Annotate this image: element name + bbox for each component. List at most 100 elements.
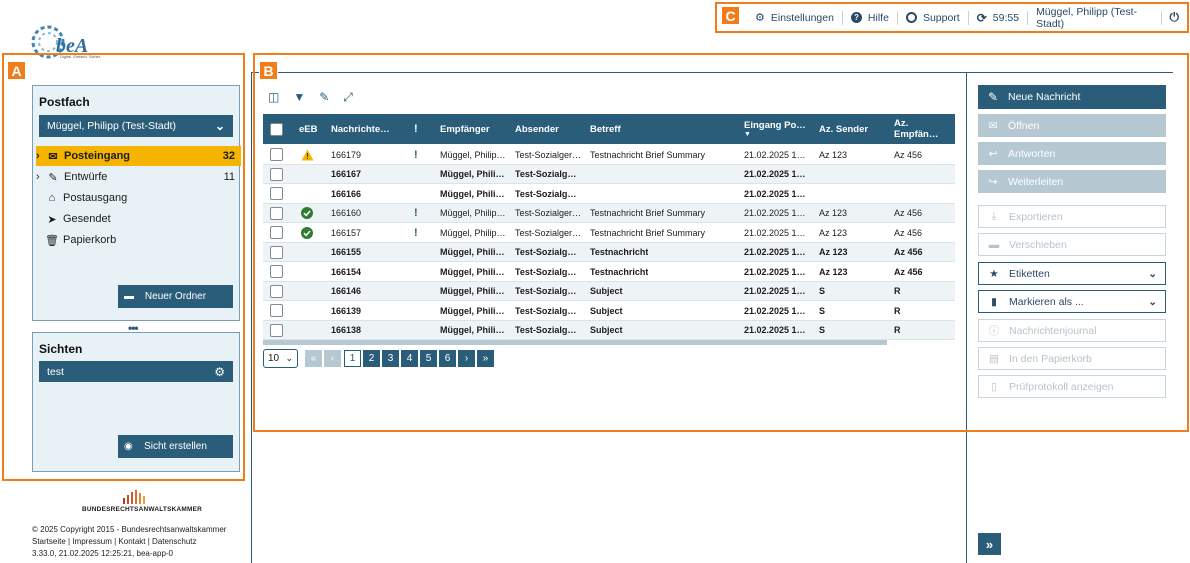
create-view-button[interactable]: ◉ Sicht erstellen — [118, 435, 233, 458]
page-3-button[interactable]: 3 — [382, 350, 399, 367]
table-row[interactable]: 166139 Müggel, Phili… Test-Sozialg… Subject… — [263, 301, 955, 321]
expand-panel-button[interactable]: » — [978, 533, 1001, 555]
first-page-button[interactable]: « — [305, 350, 322, 367]
trash-button[interactable]: ▤ In den Papierkorb — [978, 347, 1166, 370]
footer-links[interactable]: Startseite | Impressum | Kontakt | Daten… — [32, 537, 197, 546]
select-all-checkbox[interactable] — [270, 122, 283, 136]
chevron-down-icon: ⌄ — [285, 353, 293, 363]
table-row[interactable]: 166179! Müggel, Philip… Test-Sozialger… Tes… — [263, 145, 955, 165]
az-recipient-cell: Az 456 — [894, 266, 923, 277]
az-recipient-cell: Az 456 — [894, 149, 923, 160]
page-5-button[interactable]: 5 — [420, 350, 437, 367]
col-received[interactable]: Eingang Po… ▼ — [744, 114, 806, 144]
row-checkbox[interactable] — [270, 148, 283, 162]
table-row[interactable]: 166155 Müggel, Phili… Test-Sozialg… Testnac… — [263, 242, 955, 262]
recipient-cell: Müggel, Phili… — [440, 325, 505, 336]
table-row[interactable]: 166146 Müggel, Phili… Test-Sozialg… Subject… — [263, 281, 955, 301]
row-checkbox[interactable] — [270, 206, 283, 220]
row-checkbox[interactable] — [270, 284, 283, 298]
col-az-recipient[interactable]: Az. Empfän… — [894, 114, 955, 144]
labels-dropdown[interactable]: ★ Etiketten ⌄ — [978, 262, 1166, 285]
region-marker-c: C — [721, 6, 740, 25]
journal-button[interactable]: ⓘ Nachrichtenjournal — [978, 319, 1166, 342]
page-size-select[interactable]: 10 ⌄ — [263, 349, 298, 368]
table-row[interactable]: 166167 Müggel, Phili… Test-Sozialg… 21.02.2… — [263, 164, 955, 184]
col-subject[interactable]: Betreff — [590, 114, 621, 144]
envelope-icon: ✉ — [48, 150, 58, 163]
sichten-title: Sichten — [39, 342, 83, 356]
new-message-button[interactable]: ✎ Neue Nachricht — [978, 85, 1166, 109]
trash-icon: 🗑 — [45, 234, 59, 247]
help-icon: ? — [850, 12, 862, 23]
col-priority[interactable]: ! — [414, 114, 418, 144]
session-timer[interactable]: ⟳ 59:55 — [969, 10, 1029, 25]
table-row[interactable]: 166160! Müggel, Philip… Test-Sozialger… Tes… — [263, 203, 955, 223]
received-cell: 21.02.2025 1… — [744, 325, 806, 336]
unread-count: 32 — [222, 150, 235, 162]
draft-count: 11 — [223, 171, 235, 183]
warning-icon — [301, 145, 314, 165]
col-sender[interactable]: Absender — [515, 114, 559, 144]
row-checkbox[interactable] — [270, 323, 283, 337]
message-nr-cell: 166154 — [331, 266, 362, 277]
logout-button[interactable]: ⏻ — [1162, 10, 1188, 25]
col-message-nr[interactable]: Nachrichte… — [331, 114, 390, 144]
subject-cell: Subject — [590, 305, 623, 316]
horizontal-scrollbar[interactable] — [263, 340, 887, 345]
table-row[interactable]: 166154 Müggel, Phili… Test-Sozialg… Testnac… — [263, 262, 955, 282]
download-icon: ⤓ — [991, 210, 997, 222]
brush-icon[interactable]: ✎ — [319, 90, 329, 104]
view-item-test[interactable]: test ⚙ — [39, 361, 233, 382]
folder-postausgang[interactable]: ⌂ Postausgang — [45, 188, 250, 208]
folder-posteingang[interactable]: › ✉ Posteingang 32 — [36, 146, 241, 166]
row-checkbox[interactable] — [270, 265, 283, 279]
move-button[interactable]: ▬ Verschieben — [978, 233, 1166, 256]
chevron-down-icon: ⌄ — [1148, 267, 1157, 280]
sort-desc-icon: ▼ — [744, 131, 751, 138]
row-checkbox[interactable] — [270, 226, 283, 240]
table-row[interactable]: 166166 Müggel, Phili… Test-Sozialg… 21.02.2… — [263, 184, 955, 204]
prev-page-button[interactable]: ‹ — [324, 350, 341, 367]
filter-icon[interactable]: ▼ — [293, 90, 305, 104]
page-1-button[interactable]: 1 — [344, 350, 361, 367]
top-bar: ⚙ Einstellungen ? Hilfe Support ⟳ 59:55 … — [715, 2, 1189, 33]
last-page-button[interactable]: » — [477, 350, 494, 367]
support-link[interactable]: Support — [898, 10, 969, 25]
forward-button[interactable]: ↪ Weiterleiten — [978, 170, 1166, 193]
mailbox-select[interactable]: Müggel, Philipp (Test-Stadt) ⌄ — [39, 115, 233, 137]
gear-icon: ⚙ — [755, 12, 765, 24]
eye-icon: ◉ — [124, 441, 133, 452]
settings-link[interactable]: ⚙ Einstellungen — [747, 10, 843, 25]
export-button[interactable]: ⤓ Exportieren — [978, 205, 1166, 228]
col-eeb[interactable]: eEB — [299, 114, 317, 144]
folder-entwuerfe[interactable]: › ✎ Entwürfe 11 — [36, 167, 241, 187]
row-checkbox[interactable] — [270, 245, 283, 259]
col-recipient[interactable]: Empfänger — [440, 114, 490, 144]
az-sender-cell: S — [819, 286, 826, 297]
row-checkbox[interactable] — [270, 167, 283, 181]
mark-as-dropdown[interactable]: ▮ Markieren als ... ⌄ — [978, 290, 1166, 313]
subject-cell: Testnachricht — [590, 266, 649, 277]
reply-button[interactable]: ↩ Antworten — [978, 142, 1166, 165]
table-row[interactable]: 166157! Müggel, Philip… Test-Sozialger… Tes… — [263, 223, 955, 243]
table-row[interactable]: 166138 Müggel, Phili… Test-Sozialg… Subject… — [263, 320, 955, 340]
page-2-button[interactable]: 2 — [363, 350, 380, 367]
help-link[interactable]: ? Hilfe — [843, 10, 898, 25]
open-button[interactable]: ✉ Öffnen — [978, 114, 1166, 137]
page-4-button[interactable]: 4 — [401, 350, 418, 367]
row-checkbox[interactable] — [270, 187, 283, 201]
page-6-button[interactable]: 6 — [439, 350, 456, 367]
next-page-button[interactable]: › — [458, 350, 475, 367]
gear-icon[interactable]: ⚙ — [214, 365, 225, 379]
row-checkbox[interactable] — [270, 304, 283, 318]
new-folder-button[interactable]: ▬ Neuer Ordner — [118, 285, 233, 308]
col-az-sender[interactable]: Az. Sender — [819, 114, 868, 144]
columns-icon[interactable]: ◫ — [268, 90, 279, 104]
report-button[interactable]: ▯ Prüfprotokoll anzeigen — [978, 375, 1166, 398]
expand-icon[interactable]: ⤢ — [343, 90, 353, 105]
user-menu[interactable]: Müggel, Philipp (Test-Stadt) — [1028, 6, 1162, 30]
folder-gesendet[interactable]: ➤ Gesendet — [45, 209, 250, 229]
recipient-cell: Müggel, Philip… — [440, 149, 506, 160]
folder-icon: ▬ — [124, 291, 134, 302]
folder-papierkorb[interactable]: 🗑 Papierkorb — [45, 230, 250, 250]
